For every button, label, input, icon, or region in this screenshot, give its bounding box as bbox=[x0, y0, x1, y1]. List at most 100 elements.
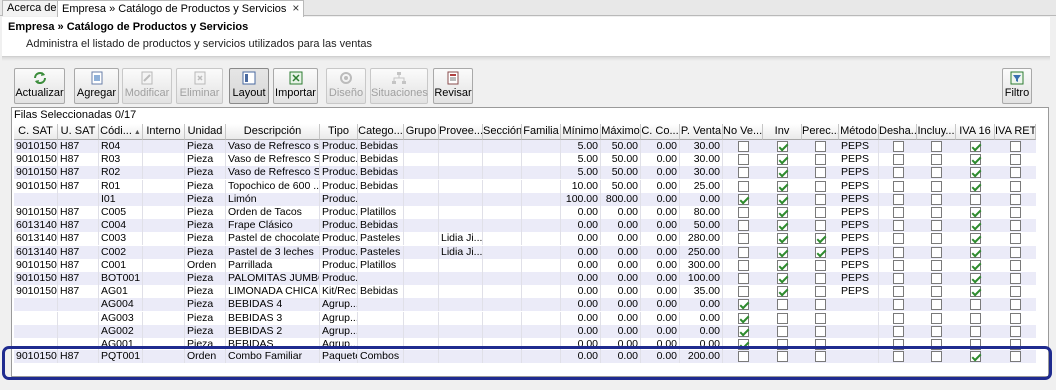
checkbox-ivaret[interactable] bbox=[1010, 141, 1021, 152]
checkbox-perec[interactable] bbox=[815, 233, 826, 244]
checkbox-noventa[interactable] bbox=[738, 154, 749, 165]
checkbox-incluye[interactable] bbox=[931, 313, 942, 324]
checkbox-incluye[interactable] bbox=[931, 286, 942, 297]
checkbox-inv[interactable] bbox=[777, 313, 788, 324]
checkbox-incluye[interactable] bbox=[931, 220, 942, 231]
checkbox-inv[interactable] bbox=[777, 339, 788, 350]
checkbox-perec[interactable] bbox=[815, 326, 826, 337]
checkbox-perec[interactable] bbox=[815, 260, 826, 271]
checkbox-ivaret[interactable] bbox=[1010, 339, 1021, 350]
column-header-precio[interactable]: P. Venta bbox=[680, 124, 723, 140]
checkbox-inv[interactable] bbox=[777, 260, 788, 271]
checkbox-desha[interactable] bbox=[893, 181, 904, 192]
checkbox-noventa[interactable] bbox=[738, 260, 749, 271]
checkbox-perec[interactable] bbox=[815, 351, 826, 362]
column-header-csat[interactable]: C. SAT bbox=[14, 124, 58, 140]
checkbox-inv[interactable] bbox=[777, 273, 788, 284]
layout-button[interactable]: Layout bbox=[229, 68, 269, 104]
checkbox-incluye[interactable] bbox=[931, 260, 942, 271]
checkbox-noventa[interactable] bbox=[738, 326, 749, 337]
checkbox-noventa[interactable] bbox=[738, 313, 749, 324]
checkbox-ivaret[interactable] bbox=[1010, 194, 1021, 205]
checkbox-iva16[interactable] bbox=[970, 181, 981, 192]
column-header-codigo[interactable]: Códi... ▲ bbox=[99, 124, 143, 140]
diseno-button[interactable]: Diseño bbox=[326, 68, 366, 104]
situaciones-button[interactable]: Situaciones bbox=[370, 68, 428, 104]
column-header-proveedor[interactable]: Provee... bbox=[439, 124, 483, 140]
checkbox-noventa[interactable] bbox=[738, 167, 749, 178]
revisar-button[interactable]: Revisar bbox=[433, 68, 473, 104]
table-row[interactable]: 60131401H87C004 PiezaFrape ClásicoProduc.… bbox=[14, 219, 1036, 232]
checkbox-iva16[interactable] bbox=[970, 167, 981, 178]
column-header-interno[interactable]: Interno bbox=[143, 124, 185, 140]
checkbox-inv[interactable] bbox=[777, 247, 788, 258]
checkbox-inv[interactable] bbox=[777, 233, 788, 244]
importar-button[interactable]: Importar bbox=[273, 68, 318, 104]
column-header-ivaret[interactable]: IVA RET bbox=[995, 124, 1036, 140]
column-header-maximo[interactable]: Máximo bbox=[601, 124, 641, 140]
checkbox-desha[interactable] bbox=[893, 339, 904, 350]
column-header-tipo[interactable]: Tipo bbox=[320, 124, 358, 140]
checkbox-ivaret[interactable] bbox=[1010, 207, 1021, 218]
column-header-incluye[interactable]: Incluy... bbox=[917, 124, 956, 140]
checkbox-ivaret[interactable] bbox=[1010, 299, 1021, 310]
checkbox-desha[interactable] bbox=[893, 299, 904, 310]
checkbox-noventa[interactable] bbox=[738, 247, 749, 258]
column-header-unidad[interactable]: Unidad bbox=[185, 124, 226, 140]
checkbox-ivaret[interactable] bbox=[1010, 286, 1021, 297]
checkbox-perec[interactable] bbox=[815, 181, 826, 192]
checkbox-inv[interactable] bbox=[777, 167, 788, 178]
checkbox-perec[interactable] bbox=[815, 313, 826, 324]
checkbox-noventa[interactable] bbox=[738, 351, 749, 362]
checkbox-noventa[interactable] bbox=[738, 220, 749, 231]
checkbox-desha[interactable] bbox=[893, 220, 904, 231]
checkbox-ivaret[interactable] bbox=[1010, 154, 1021, 165]
column-header-descripcion[interactable]: Descripción bbox=[226, 124, 320, 140]
checkbox-iva16[interactable] bbox=[970, 339, 981, 350]
checkbox-noventa[interactable] bbox=[738, 233, 749, 244]
checkbox-incluye[interactable] bbox=[931, 339, 942, 350]
checkbox-desha[interactable] bbox=[893, 233, 904, 244]
checkbox-inv[interactable] bbox=[777, 154, 788, 165]
checkbox-desha[interactable] bbox=[893, 247, 904, 258]
checkbox-iva16[interactable] bbox=[970, 273, 981, 284]
checkbox-ivaret[interactable] bbox=[1010, 260, 1021, 271]
checkbox-inv[interactable] bbox=[777, 299, 788, 310]
checkbox-perec[interactable] bbox=[815, 339, 826, 350]
column-header-costo[interactable]: C. Co... bbox=[641, 124, 680, 140]
checkbox-incluye[interactable] bbox=[931, 141, 942, 152]
checkbox-desha[interactable] bbox=[893, 207, 904, 218]
checkbox-incluye[interactable] bbox=[931, 326, 942, 337]
checkbox-perec[interactable] bbox=[815, 220, 826, 231]
checkbox-inv[interactable] bbox=[777, 326, 788, 337]
checkbox-iva16[interactable] bbox=[970, 141, 981, 152]
checkbox-noventa[interactable] bbox=[738, 207, 749, 218]
checkbox-perec[interactable] bbox=[815, 273, 826, 284]
checkbox-incluye[interactable] bbox=[931, 351, 942, 362]
checkbox-desha[interactable] bbox=[893, 351, 904, 362]
checkbox-perec[interactable] bbox=[815, 286, 826, 297]
checkbox-desha[interactable] bbox=[893, 313, 904, 324]
checkbox-iva16[interactable] bbox=[970, 260, 981, 271]
checkbox-noventa[interactable] bbox=[738, 299, 749, 310]
table-row[interactable]: 90101501H87BOT001 PiezaPALOMITAS JUMBOPro… bbox=[14, 272, 1036, 285]
checkbox-noventa[interactable] bbox=[738, 286, 749, 297]
checkbox-incluye[interactable] bbox=[931, 181, 942, 192]
checkbox-inv[interactable] bbox=[777, 207, 788, 218]
table-row[interactable]: 90101501H87R03 PiezaVaso de Refresco S...… bbox=[14, 153, 1036, 166]
column-header-perec[interactable]: Perec... bbox=[802, 124, 839, 140]
checkbox-ivaret[interactable] bbox=[1010, 313, 1021, 324]
close-icon[interactable]: × bbox=[292, 1, 299, 15]
checkbox-iva16[interactable] bbox=[970, 207, 981, 218]
checkbox-desha[interactable] bbox=[893, 286, 904, 297]
checkbox-noventa[interactable] bbox=[738, 339, 749, 350]
checkbox-perec[interactable] bbox=[815, 167, 826, 178]
checkbox-desha[interactable] bbox=[893, 167, 904, 178]
checkbox-noventa[interactable] bbox=[738, 141, 749, 152]
column-header-familia[interactable]: Familia bbox=[522, 124, 561, 140]
checkbox-incluye[interactable] bbox=[931, 194, 942, 205]
column-header-grupo[interactable]: Grupo bbox=[404, 124, 439, 140]
checkbox-noventa[interactable] bbox=[738, 273, 749, 284]
checkbox-incluye[interactable] bbox=[931, 247, 942, 258]
checkbox-incluye[interactable] bbox=[931, 154, 942, 165]
